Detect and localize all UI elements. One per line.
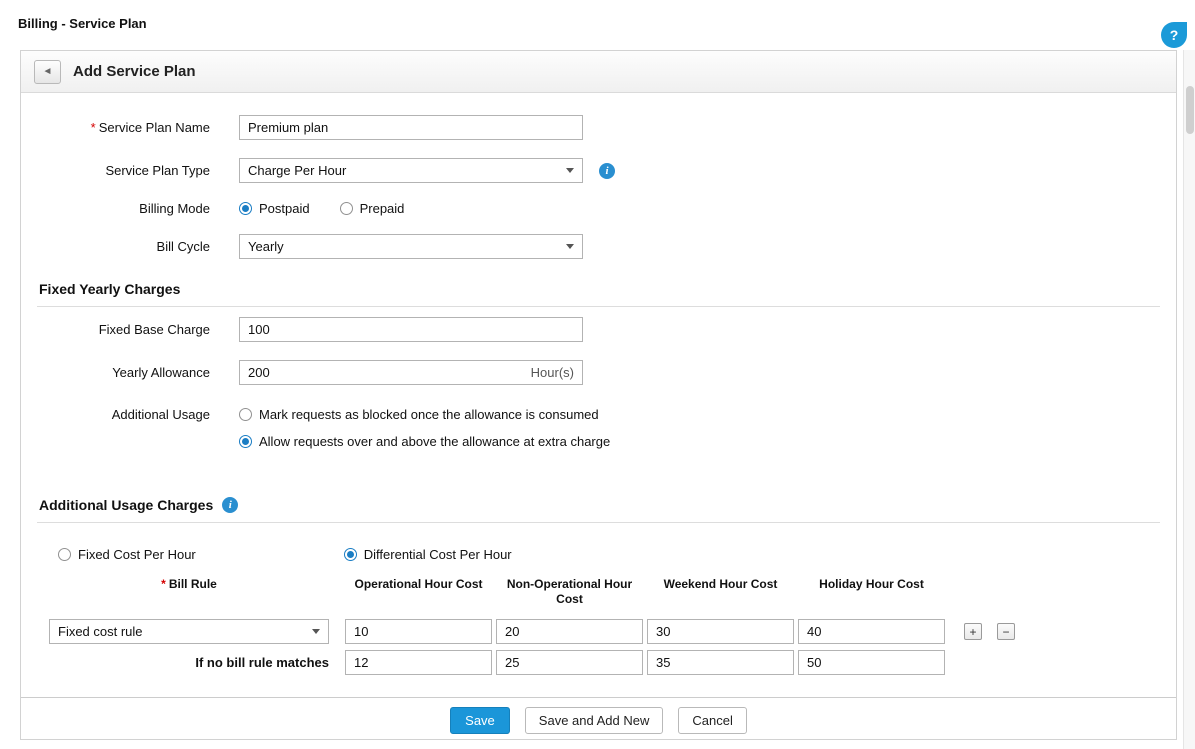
fallback-rule-row: If no bill rule matches	[49, 650, 1176, 675]
non-operational-cost-input[interactable]	[496, 619, 643, 644]
additional-usage-charges-info-icon[interactable]: i	[222, 497, 238, 513]
bill-rule-header: *Bill Rule	[49, 577, 329, 592]
additional-usage-label: Additional Usage	[21, 407, 239, 422]
fixed-base-charge-input[interactable]	[239, 317, 583, 342]
bill-rule-value: Fixed cost rule	[58, 624, 143, 639]
radio-differential-cost[interactable]	[344, 548, 357, 561]
save-and-add-new-button[interactable]: Save and Add New	[525, 707, 664, 734]
yearly-allowance-label: Yearly Allowance	[21, 365, 239, 380]
weekend-hour-cost-header: Weekend Hour Cost	[647, 577, 794, 592]
fallback-non-operational-cost-input[interactable]	[496, 650, 643, 675]
help-icon[interactable]: ?	[1161, 22, 1187, 48]
required-mark: *	[161, 577, 166, 591]
cost-type-option-differential[interactable]: Differential Cost Per Hour	[344, 547, 512, 562]
cost-type-option-fixed[interactable]: Fixed Cost Per Hour	[58, 547, 196, 562]
service-plan-name-label: *Service Plan Name	[21, 120, 239, 135]
radio-fixed-cost[interactable]	[58, 548, 71, 561]
bill-rule-table-header: *Bill Rule Operational Hour Cost Non-Ope…	[49, 577, 1176, 607]
service-plan-type-select[interactable]: Charge Per Hour	[239, 158, 583, 183]
service-plan-name-input[interactable]	[239, 115, 583, 140]
fallback-row-label: If no bill rule matches	[49, 655, 329, 670]
fixed-yearly-charges-heading: Fixed Yearly Charges	[39, 281, 1176, 297]
fallback-weekend-cost-input[interactable]	[647, 650, 794, 675]
billing-mode-option-postpaid[interactable]: Postpaid	[239, 201, 310, 216]
radio-prepaid-label[interactable]: Prepaid	[360, 201, 405, 216]
billing-mode-option-prepaid[interactable]: Prepaid	[340, 201, 405, 216]
bill-rule-select[interactable]: Fixed cost rule	[49, 619, 329, 644]
cancel-button[interactable]: Cancel	[678, 707, 746, 734]
breadcrumb: Billing - Service Plan	[18, 16, 147, 31]
operational-hour-cost-header: Operational Hour Cost	[345, 577, 492, 592]
fixed-base-charge-label: Fixed Base Charge	[21, 322, 239, 337]
operational-cost-input[interactable]	[345, 619, 492, 644]
scrollbar-track[interactable]	[1183, 50, 1195, 749]
chevron-down-icon	[566, 244, 574, 249]
fallback-holiday-cost-input[interactable]	[798, 650, 945, 675]
add-row-button[interactable]: +	[964, 623, 982, 640]
page-title: Add Service Plan	[73, 63, 196, 80]
holiday-hour-cost-header: Holiday Hour Cost	[798, 577, 945, 592]
yearly-allowance-row: Yearly Allowance Hour(s)	[21, 360, 1176, 385]
row-actions: + −	[964, 623, 1015, 640]
billing-mode-row: Billing Mode Postpaid Prepaid	[21, 201, 1176, 216]
radio-extra-charge[interactable]	[239, 435, 252, 448]
bill-cycle-row: Bill Cycle Yearly	[21, 234, 1176, 259]
panel-header: ◄ Add Service Plan	[21, 51, 1176, 93]
cost-type-row: Fixed Cost Per Hour Differential Cost Pe…	[58, 547, 1176, 562]
service-plan-type-info-icon[interactable]: i	[599, 163, 615, 179]
radio-differential-cost-label[interactable]: Differential Cost Per Hour	[364, 547, 512, 562]
additional-usage-option-extra-charge[interactable]: Allow requests over and above the allowa…	[239, 434, 610, 449]
section-divider	[37, 522, 1160, 523]
required-mark: *	[91, 120, 96, 135]
radio-prepaid[interactable]	[340, 202, 353, 215]
back-arrow-icon: ◄	[43, 66, 53, 77]
radio-postpaid-label[interactable]: Postpaid	[259, 201, 310, 216]
radio-extra-charge-label[interactable]: Allow requests over and above the allowa…	[259, 434, 610, 449]
form-footer: Save Save and Add New Cancel	[21, 697, 1176, 734]
additional-usage-option-blocked[interactable]: Mark requests as blocked once the allowa…	[239, 407, 610, 422]
service-plan-type-value: Charge Per Hour	[248, 163, 346, 178]
yearly-allowance-wrap: Hour(s)	[239, 360, 583, 385]
additional-usage-charges-heading: Additional Usage Charges i	[39, 497, 1176, 513]
bill-cycle-value: Yearly	[248, 239, 284, 254]
section-divider	[37, 306, 1160, 307]
radio-fixed-cost-label[interactable]: Fixed Cost Per Hour	[78, 547, 196, 562]
bill-cycle-select[interactable]: Yearly	[239, 234, 583, 259]
additional-usage-row: Additional Usage Mark requests as blocke…	[21, 407, 1176, 449]
service-plan-type-label: Service Plan Type	[21, 163, 239, 178]
radio-blocked-label[interactable]: Mark requests as blocked once the allowa…	[259, 407, 599, 422]
yearly-allowance-input[interactable]	[239, 360, 583, 385]
scrollbar-thumb[interactable]	[1186, 86, 1194, 134]
holiday-cost-input[interactable]	[798, 619, 945, 644]
save-button[interactable]: Save	[450, 707, 510, 734]
fixed-base-charge-row: Fixed Base Charge	[21, 317, 1176, 342]
non-operational-hour-cost-header: Non-Operational Hour Cost	[496, 577, 643, 607]
back-button[interactable]: ◄	[34, 60, 61, 84]
chevron-down-icon	[312, 629, 320, 634]
bill-rule-row: Fixed cost rule + −	[49, 619, 1176, 644]
page: Billing - Service Plan ? ◄ Add Service P…	[0, 0, 1195, 749]
radio-postpaid[interactable]	[239, 202, 252, 215]
remove-row-button[interactable]: −	[997, 623, 1015, 640]
fallback-operational-cost-input[interactable]	[345, 650, 492, 675]
bill-rule-table: *Bill Rule Operational Hour Cost Non-Ope…	[49, 577, 1176, 675]
additional-usage-options: Mark requests as blocked once the allowa…	[239, 407, 610, 449]
weekend-cost-input[interactable]	[647, 619, 794, 644]
add-service-plan-panel: ◄ Add Service Plan *Service Plan Name Se…	[20, 50, 1177, 740]
bill-cycle-label: Bill Cycle	[21, 239, 239, 254]
chevron-down-icon	[566, 168, 574, 173]
billing-mode-label: Billing Mode	[21, 201, 239, 216]
service-plan-type-row: Service Plan Type Charge Per Hour i	[21, 158, 1176, 183]
service-plan-name-row: *Service Plan Name	[21, 115, 1176, 140]
radio-blocked[interactable]	[239, 408, 252, 421]
